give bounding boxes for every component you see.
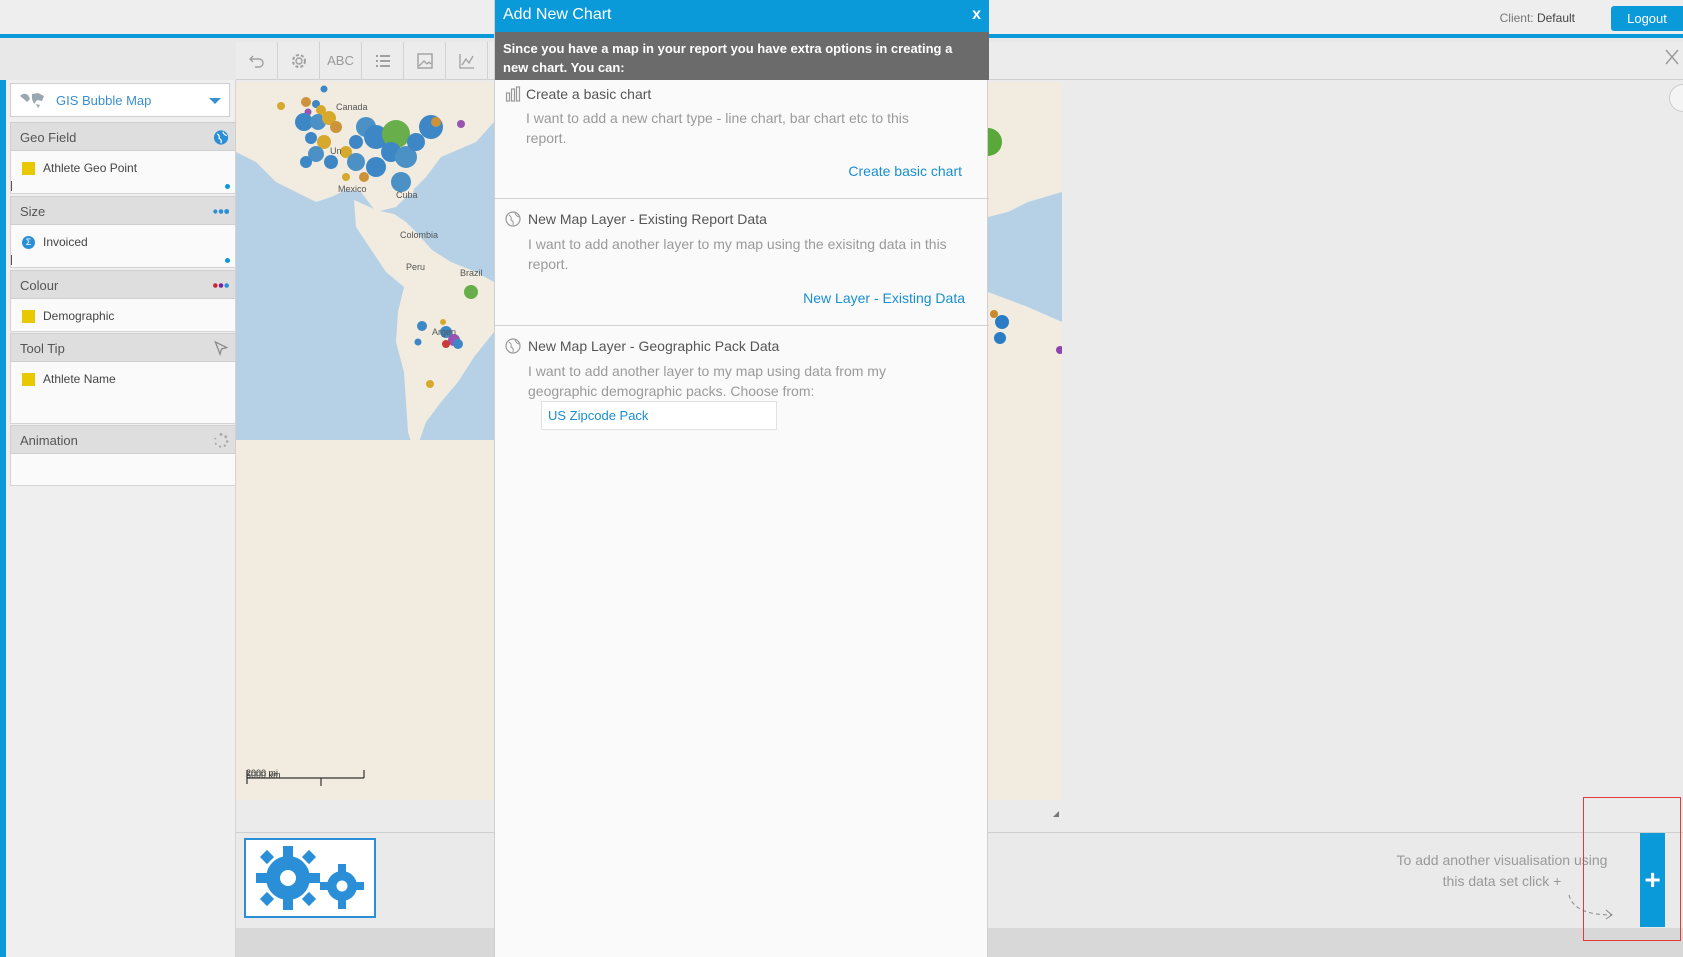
measure-sigma-icon: Σ xyxy=(22,235,35,249)
size-dropzone[interactable]: Σ Invoiced xyxy=(10,225,236,268)
option-existing-data-title: New Map Layer - Existing Report Data xyxy=(528,211,767,227)
map-label-us: Un xyxy=(330,146,342,156)
map-scale: 5000 km 2000 mi xyxy=(246,768,365,786)
client-label: Client: xyxy=(1499,11,1534,25)
image-tool-button[interactable] xyxy=(404,42,446,80)
text-tool-button[interactable]: ABC xyxy=(320,42,362,80)
settings-button[interactable] xyxy=(278,42,320,80)
option-geo-pack-description: I want to add another layer to my map us… xyxy=(528,363,886,399)
animation-title: Animation xyxy=(20,433,78,448)
dimension-icon xyxy=(22,161,35,175)
spinner-icon xyxy=(214,432,229,448)
colour-title: Colour xyxy=(20,278,59,293)
drop-indicator xyxy=(225,184,230,189)
cursor-icon xyxy=(214,340,229,357)
map-label-mexico: Mexico xyxy=(338,184,367,194)
undo-button[interactable] xyxy=(236,42,278,80)
tooltip-section-header: Tool Tip xyxy=(10,333,236,362)
colour-dots-icon xyxy=(213,283,229,288)
animation-section-header: Animation xyxy=(10,425,236,454)
size-dots-icon xyxy=(213,209,230,214)
colour-field-item[interactable]: Demographic xyxy=(22,307,114,325)
tooltip-title: Tool Tip xyxy=(20,341,65,356)
map-label-colombia: Colombia xyxy=(400,230,439,240)
chart-type-name: GIS Bubble Map xyxy=(56,93,152,108)
map-label-cuba: Cuba xyxy=(396,190,418,200)
chevron-down-icon xyxy=(209,98,221,104)
map-land-right xyxy=(988,82,1062,800)
gis-bubble-map[interactable]: Canada Un Mexico Cuba Colombia Peru Braz… xyxy=(236,82,494,800)
size-title: Size xyxy=(20,204,46,219)
colour-section-header: Colour xyxy=(10,270,236,299)
chart-type-dropdown[interactable]: GIS Bubble Map xyxy=(10,83,230,117)
geo-field-title: Geo Field xyxy=(20,130,77,145)
geo-field-item[interactable]: Athlete Geo Point xyxy=(22,159,137,177)
size-field-label: Invoiced xyxy=(43,235,88,249)
globe-icon xyxy=(505,338,521,354)
dimension-icon xyxy=(22,309,35,323)
geo-field-label: Athlete Geo Point xyxy=(43,161,138,175)
option-basic-chart-title: Create a basic chart xyxy=(526,86,652,102)
animation-dropzone[interactable] xyxy=(10,454,236,486)
client-value: Default xyxy=(1536,11,1575,25)
map-label-argentina: Argen xyxy=(432,327,457,337)
new-layer-existing-data-link[interactable]: New Layer - Existing Data xyxy=(803,290,965,306)
world-map-icon xyxy=(20,93,44,108)
list-tool-button[interactable] xyxy=(362,42,404,80)
tooltip-field-item[interactable]: Athlete Name xyxy=(22,370,116,388)
colour-field-label: Demographic xyxy=(43,309,115,323)
gis-bubble-map-right[interactable] xyxy=(988,82,1062,800)
drop-marker xyxy=(11,255,12,265)
globe-icon xyxy=(213,130,229,145)
close-panel-icon[interactable] xyxy=(1665,48,1683,72)
us-zipcode-pack-link[interactable]: US Zipcode Pack xyxy=(541,401,777,430)
add-new-chart-dialog: Add New Chart x Since you have a map in … xyxy=(494,0,989,957)
geo-field-dropzone[interactable]: Athlete Geo Point xyxy=(10,151,236,194)
create-basic-chart-link[interactable]: Create basic chart xyxy=(848,163,962,179)
scale-bar xyxy=(246,770,365,786)
drop-indicator xyxy=(225,258,230,263)
colour-dropzone[interactable]: Demographic xyxy=(10,299,236,332)
map-label-peru: Peru xyxy=(406,262,426,272)
option-basic-chart: Create a basic chart I want to add a new… xyxy=(495,80,989,199)
dimension-icon xyxy=(22,372,35,386)
option-geo-pack-title: New Map Layer - Geographic Pack Data xyxy=(528,338,780,354)
option-basic-chart-description: I want to add a new chart type - line ch… xyxy=(526,110,909,146)
text-tool-label: ABC xyxy=(327,53,354,68)
geo-field-section-header: Geo Field xyxy=(10,122,236,151)
option-existing-data-layer: New Map Layer - Existing Report Data I w… xyxy=(495,199,989,326)
dialog-header: Add New Chart x xyxy=(495,0,989,32)
size-section-header: Size xyxy=(10,196,236,225)
highlight-annotation xyxy=(1583,797,1681,941)
list-icon xyxy=(375,55,390,67)
logout-button[interactable]: Logout xyxy=(1611,6,1683,31)
add-visualisation-hint: To add another visualisation using this … xyxy=(1396,852,1608,889)
visualisation-thumbnail[interactable] xyxy=(244,838,376,918)
option-geographic-pack-layer: New Map Layer - Geographic Pack Data I w… xyxy=(495,326,989,446)
gear-icon xyxy=(291,54,306,68)
dialog-title: Add New Chart xyxy=(503,6,612,23)
gears-icon xyxy=(256,846,364,910)
map-label-brazil: Brazil xyxy=(460,268,483,278)
image-icon xyxy=(416,53,433,69)
line-chart-icon xyxy=(458,54,474,69)
dialog-subtitle: Since you have a map in your report you … xyxy=(495,32,989,80)
option-existing-data-description: I want to add another layer to my map us… xyxy=(528,236,947,272)
map-label-canada: Canada xyxy=(336,102,368,112)
chart-tool-button[interactable] xyxy=(446,42,488,80)
size-field-item[interactable]: Σ Invoiced xyxy=(22,233,88,251)
tooltip-field-label: Athlete Name xyxy=(43,372,116,386)
chart-settings-panel: GIS Bubble Map Geo Field Athlete Geo Poi… xyxy=(6,80,236,957)
drop-marker xyxy=(11,181,12,191)
client-indicator: Client: Default xyxy=(1500,11,1575,25)
globe-icon xyxy=(505,211,521,227)
undo-icon xyxy=(248,55,264,68)
tooltip-dropzone[interactable]: Athlete Name xyxy=(10,362,236,424)
bar-chart-icon xyxy=(505,86,521,102)
resize-handle-icon[interactable] xyxy=(1053,811,1059,817)
dialog-close-button[interactable]: x xyxy=(972,6,981,24)
